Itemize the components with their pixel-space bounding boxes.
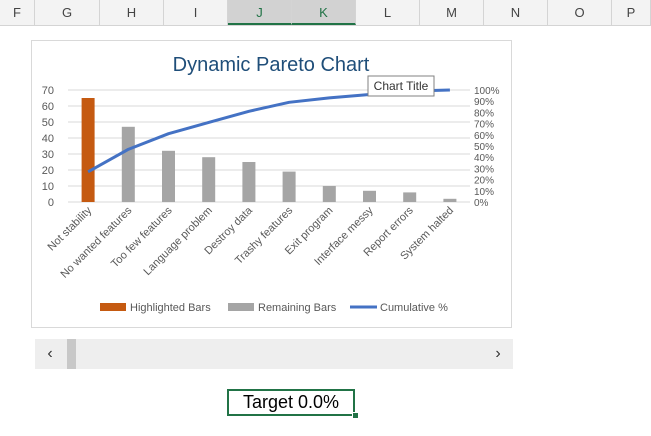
column-header-i[interactable]: I [164,0,228,25]
column-header-l[interactable]: L [356,0,420,25]
y2-tick-label: 50% [474,142,494,153]
y-tick-label: 50 [42,117,54,129]
legend-label-cumulative: Cumulative % [380,302,448,314]
legend-swatch-remaining [228,303,254,311]
y-tick-label: 20 [42,165,54,177]
y2-tick-label: 30% [474,164,494,175]
y2-tick-label: 80% [474,108,494,119]
y2-tick-label: 90% [474,97,494,108]
cumulative-line [87,88,450,174]
y-tick-label: 40 [42,133,54,145]
y2-tick-label: 10% [474,187,494,198]
remaining-bar [242,162,256,202]
remaining-bar [162,150,175,202]
column-header-j[interactable]: J [228,0,292,25]
y-tick-label: 30 [42,149,54,161]
column-header-o[interactable]: O [548,0,612,25]
y2-tick-label: 20% [474,176,494,187]
chart-canvas: 0 10 20 30 40 50 60 70 0%10%20%30%40%50%60%70%80… [42,54,500,314]
y2-tick-label: 40% [474,153,494,164]
highlighted-bar [81,98,95,202]
chevron-right-icon[interactable]: › [483,339,513,369]
y2-tick-label: 70% [474,120,494,131]
column-header-g[interactable]: G [35,0,100,25]
column-header-k[interactable]: K [292,0,356,25]
remaining-bar [202,157,216,202]
y-tick-label: 10 [42,181,54,193]
chevron-left-icon[interactable]: ‹ [35,339,65,369]
y2-tick-label: 60% [474,131,494,142]
legend-label-remaining: Remaining Bars [258,302,337,314]
y-tick-label: 60 [42,101,54,113]
legend-swatch-highlighted [100,303,126,311]
remaining-bar [282,171,296,202]
y-tick-label: 0 [48,197,54,209]
column-header-m[interactable]: M [420,0,484,25]
remaining-bar [443,198,457,202]
column-header-h[interactable]: H [100,0,164,25]
y2-tick-label: 100% [474,86,500,97]
remaining-bar [403,192,417,202]
column-header-p[interactable]: P [612,0,651,25]
column-header-n[interactable]: N [484,0,548,25]
x-tick-label: Language problem [141,205,214,278]
chart-tooltip: Chart Title [374,79,429,93]
remaining-bar [363,190,376,202]
scrollbar-thumb[interactable] [67,339,76,369]
column-header-f[interactable]: F [0,0,35,25]
column-header-row: FGHIJKLMNOP [0,0,651,26]
y-tick-label: 70 [42,85,54,97]
fill-handle[interactable] [352,412,359,419]
chart-title: Dynamic Pareto Chart [173,54,370,76]
remaining-bar [121,126,135,202]
pareto-chart[interactable]: 0 10 20 30 40 50 60 70 0% 10% 20% 30% 40% 50% 60% 70% 80… [31,40,512,328]
legend-label-highlighted: Highlighted Bars [130,302,211,314]
target-cell[interactable]: Target 0.0% [227,389,355,416]
remaining-bar [322,186,336,202]
y2-tick-label: 0% [474,198,489,209]
horizontal-scrollbar[interactable]: ‹ › [35,339,513,369]
x-tick-label: No wanted features [58,204,134,280]
